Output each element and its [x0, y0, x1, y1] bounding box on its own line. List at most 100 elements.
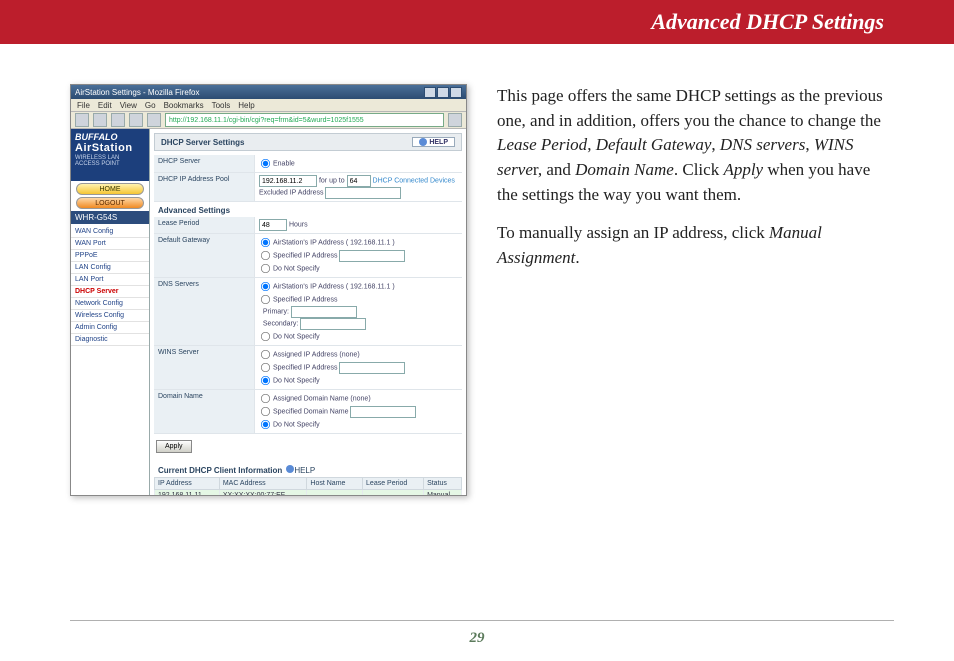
menu-bookmarks[interactable]: Bookmarks: [164, 101, 204, 110]
radio-wins-assigned[interactable]: [261, 350, 270, 359]
th-ip: IP Address: [155, 478, 220, 490]
input-domain-spec[interactable]: [350, 406, 416, 418]
radio-gw-air[interactable]: [261, 238, 270, 247]
label-domain: Domain Name: [154, 390, 255, 433]
home-button[interactable]: HOME: [76, 183, 144, 195]
em-lease: Lease Period: [497, 135, 587, 154]
table-row: 192.168.11.11 XX:XX:XX:00:77:EF Manual: [155, 490, 462, 497]
input-pool-count[interactable]: [347, 175, 371, 187]
radio-domain-none[interactable]: [261, 420, 270, 429]
address-bar[interactable]: http://192.168.11.1/cgi-bin/cgi?req=frm&…: [165, 113, 444, 127]
help-label: HELP: [429, 139, 448, 146]
logout-button[interactable]: LOGOUT: [76, 197, 144, 209]
browser-toolbar: http://192.168.11.1/cgi-bin/cgi?req=frm&…: [71, 112, 466, 129]
sidebar-nav: HOME LOGOUT: [71, 183, 149, 209]
label-pool: DHCP IP Address Pool: [154, 173, 255, 201]
sidebar-item-wan-port[interactable]: WAN Port: [71, 238, 149, 250]
reload-icon[interactable]: [111, 113, 125, 127]
label-wins: WINS Server: [154, 346, 255, 389]
input-pool-ip[interactable]: [259, 175, 317, 187]
opt-dns-air: AirStation's IP Address: [273, 283, 344, 290]
brand-airstation: AirStation: [75, 142, 145, 154]
radio-dns-air[interactable]: [261, 282, 270, 291]
menu-edit[interactable]: Edit: [98, 101, 112, 110]
sidebar-menu: WAN Config WAN Port PPPoE LAN Config LAN…: [71, 226, 149, 346]
input-gw-spec[interactable]: [339, 250, 405, 262]
brand-block: BUFFALO AirStation WIRELESS LAN ACCESS P…: [71, 129, 149, 181]
window-titlebar: AirStation Settings - Mozilla Firefox: [71, 85, 466, 99]
opt-wins-none: Do Not Specify: [273, 377, 320, 384]
sidebar-item-admin[interactable]: Admin Config: [71, 322, 149, 334]
radio-wins-none[interactable]: [261, 376, 270, 385]
opt-wins-spec: Specified IP Address: [273, 364, 337, 371]
em-domain: Domain Name: [575, 160, 674, 179]
help-icon: [419, 138, 427, 146]
opt-domain-none: Do Not Specify: [273, 421, 320, 428]
home-icon[interactable]: [147, 113, 161, 127]
para-2: To manually assign an IP address, click …: [497, 221, 894, 270]
opt-dns-none: Do Not Specify: [273, 333, 320, 340]
label-lease: Lease Period: [154, 217, 255, 233]
brand-buffalo: BUFFALO: [75, 132, 145, 142]
sidebar-item-network[interactable]: Network Config: [71, 298, 149, 310]
input-dns-pri[interactable]: [291, 306, 357, 318]
sidebar-item-wireless[interactable]: Wireless Config: [71, 310, 149, 322]
label-dhcp-server: DHCP Server: [154, 155, 255, 172]
menu-file[interactable]: File: [77, 101, 90, 110]
txt: ,: [805, 135, 814, 154]
opt-gw-spec: Specified IP Address: [273, 252, 337, 259]
footer-rule: [70, 620, 894, 621]
sidebar-item-pppoe[interactable]: PPPoE: [71, 250, 149, 262]
heading-advanced: Advanced Settings: [154, 202, 462, 217]
radio-gw-spec[interactable]: [261, 251, 270, 260]
radio-wins-spec[interactable]: [261, 363, 270, 372]
help-button-2[interactable]: HELP: [286, 465, 315, 475]
radio-dns-spec[interactable]: [261, 295, 270, 304]
label-excluded: Excluded IP Address: [259, 190, 323, 197]
client-table: IP Address MAC Address Host Name Lease P…: [154, 477, 462, 496]
stop-icon[interactable]: [129, 113, 143, 127]
opt-gw-none: Do Not Specify: [273, 265, 320, 272]
sidebar-item-wan-config[interactable]: WAN Config: [71, 226, 149, 238]
maximize-icon[interactable]: [437, 87, 449, 98]
menu-help[interactable]: Help: [238, 101, 254, 110]
help-button[interactable]: HELP: [412, 137, 455, 147]
model-label: WHR-G54S: [71, 211, 149, 224]
sidebar-item-dhcp[interactable]: DHCP Server: [71, 286, 149, 298]
window-controls: [424, 87, 462, 98]
txt: . Click: [674, 160, 724, 179]
input-wins-spec[interactable]: [339, 362, 405, 374]
back-icon[interactable]: [75, 113, 89, 127]
txt: To manually assign an IP address, click: [497, 223, 769, 242]
minimize-icon[interactable]: [424, 87, 436, 98]
sidebar-item-lan-config[interactable]: LAN Config: [71, 262, 149, 274]
radio-dns-none[interactable]: [261, 332, 270, 341]
close-icon[interactable]: [450, 87, 462, 98]
radio-dhcp-enable[interactable]: [261, 159, 270, 168]
input-excluded[interactable]: [325, 187, 401, 199]
radio-domain-assigned[interactable]: [261, 394, 270, 403]
sidebar-item-lan-port[interactable]: LAN Port: [71, 274, 149, 286]
opt-domain-spec: Specified Domain Name: [273, 408, 348, 415]
dhcp-form: DHCP Server Enable DHCP IP Address Pool …: [154, 155, 462, 434]
label-dns-sec: Secondary:: [263, 321, 298, 328]
em-dns: DNS servers: [720, 135, 805, 154]
th-status: Status: [424, 478, 462, 490]
sidebar: BUFFALO AirStation WIRELESS LAN ACCESS P…: [71, 129, 150, 496]
menu-view[interactable]: View: [120, 101, 137, 110]
input-lease[interactable]: [259, 219, 287, 231]
menu-go[interactable]: Go: [145, 101, 156, 110]
sidebar-item-diagnostic[interactable]: Diagnostic: [71, 334, 149, 346]
input-dns-sec[interactable]: [300, 318, 366, 330]
screenshot: AirStation Settings - Mozilla Firefox Fi…: [70, 84, 467, 496]
radio-domain-spec[interactable]: [261, 407, 270, 416]
forward-icon[interactable]: [93, 113, 107, 127]
go-icon[interactable]: [448, 113, 462, 127]
label-lease-unit: Hours: [289, 222, 308, 229]
label-gateway: Default Gateway: [154, 234, 255, 277]
apply-button[interactable]: Apply: [156, 440, 192, 453]
radio-gw-none[interactable]: [261, 264, 270, 273]
txt: ,: [711, 135, 720, 154]
help-label-2: HELP: [294, 466, 315, 475]
menu-tools[interactable]: Tools: [212, 101, 231, 110]
